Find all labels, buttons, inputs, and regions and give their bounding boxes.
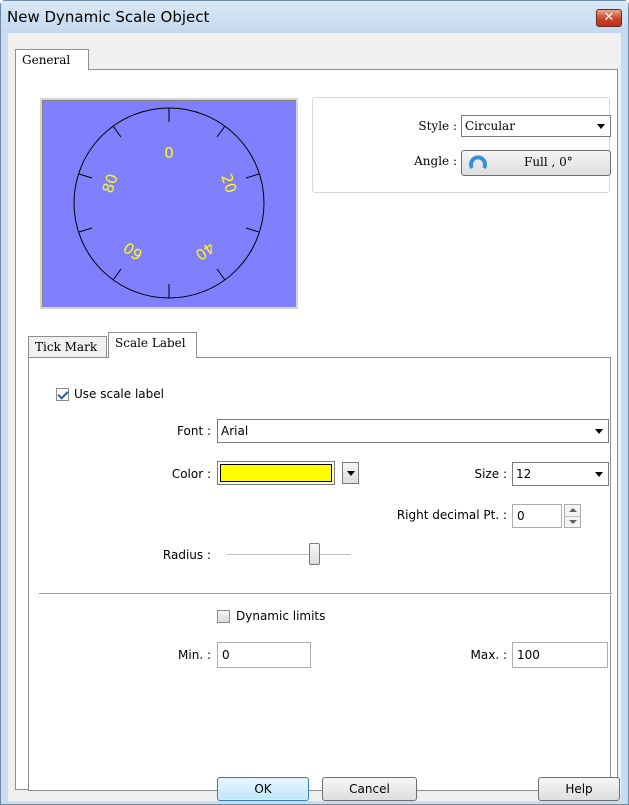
radius-slider-thumb[interactable] (309, 543, 320, 565)
radius-label: Radius : (162, 548, 211, 562)
color-label: Color : (171, 467, 211, 481)
color-swatch (220, 464, 332, 482)
chevron-down-icon (347, 471, 355, 476)
scale-ticks (78, 108, 260, 298)
tick-mark (78, 173, 93, 179)
style-label: Style : (418, 119, 457, 133)
max-value: 100 (517, 648, 540, 662)
right-decimal-input[interactable]: 0 (512, 504, 562, 528)
tick-mark (112, 125, 122, 138)
scale-labels: 0 20 40 60 80 (99, 144, 241, 264)
chevron-down-icon (595, 429, 603, 434)
close-button[interactable]: ✕ (596, 9, 622, 27)
color-picker[interactable] (217, 461, 335, 485)
scale-label-40: 40 (192, 238, 218, 264)
section-divider (39, 593, 612, 595)
style-group: Style : Circular Angle : Full , 0° (312, 97, 611, 193)
style-select[interactable]: Circular (461, 115, 611, 137)
angle-value: Full , 0° (524, 155, 573, 169)
style-select-value: Circular (465, 119, 515, 133)
help-button[interactable]: Help (538, 777, 620, 801)
right-decimal-value: 0 (517, 509, 525, 523)
tab-general[interactable]: General (15, 49, 89, 70)
angle-button[interactable]: Full , 0° (461, 150, 611, 176)
max-label: Max. : (470, 648, 507, 662)
right-decimal-label: Right decimal Pt. : (396, 508, 507, 522)
cancel-button[interactable]: Cancel (322, 777, 417, 801)
use-scale-label-checkbox[interactable] (56, 388, 69, 401)
scale-label-20: 20 (217, 172, 240, 196)
chevron-down-icon (595, 472, 603, 477)
spin-up-icon[interactable] (569, 508, 577, 512)
tab-scale-label[interactable]: Scale Label (108, 332, 197, 358)
tick-mark (245, 227, 260, 233)
tick-mark (216, 268, 226, 281)
ok-button[interactable]: OK (217, 777, 309, 801)
dialog-window: New Dynamic Scale Object ✕ General 0 20 … (0, 0, 629, 805)
spinner-divider (565, 516, 580, 517)
size-label: Size : (474, 467, 508, 481)
scale-preview-graphic: 0 20 40 60 80 (73, 107, 265, 299)
size-select-value: 12 (516, 467, 532, 481)
font-select[interactable]: Arial (217, 419, 609, 443)
window-title: New Dynamic Scale Object (7, 8, 210, 26)
font-label: Font : (177, 424, 211, 438)
scale-circle (73, 107, 265, 299)
scale-label-0: 0 (164, 144, 174, 162)
scale-label-60: 60 (120, 238, 146, 264)
chevron-down-icon (597, 124, 605, 129)
right-decimal-spinner[interactable] (564, 504, 581, 528)
tick-mark (245, 173, 260, 179)
scale-label-80: 80 (99, 172, 122, 196)
scale-label-panel: Use scale label Font : Arial Color : Siz… (28, 357, 612, 791)
dialog-client: General 0 20 40 60 80 Style: Circular A… (8, 33, 621, 801)
spin-down-icon[interactable] (569, 520, 577, 524)
tick-mark (216, 125, 226, 138)
circular-arc-icon (469, 155, 487, 170)
radius-slider-track[interactable] (227, 554, 351, 556)
tab-tick-mark[interactable]: Tick Mark (28, 336, 107, 358)
title-bar[interactable]: New Dynamic Scale Object ✕ (1, 1, 628, 33)
dynamic-limits-checkbox[interactable] (217, 610, 230, 623)
dynamic-limits-text: Dynamic limits (236, 609, 326, 623)
min-input[interactable]: 0 (217, 642, 311, 668)
min-label: Min. : (178, 648, 211, 662)
font-select-value: Arial (221, 424, 249, 438)
min-value: 0 (222, 648, 230, 662)
max-input[interactable]: 100 (512, 642, 608, 668)
use-scale-label-text: Use scale label (74, 387, 164, 401)
size-select[interactable]: 12 (512, 462, 609, 486)
angle-label: Angle : (414, 154, 457, 168)
scale-preview: 0 20 40 60 80 (40, 98, 298, 309)
color-dropdown-button[interactable] (342, 462, 359, 484)
tick-mark (112, 268, 122, 281)
tick-mark (78, 227, 93, 233)
